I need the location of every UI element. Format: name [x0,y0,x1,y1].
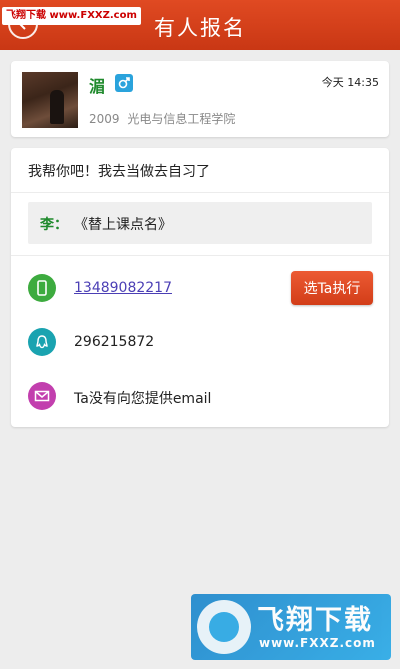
page-title: 有人报名 [154,16,246,40]
email-info: Ta没有向您提供email [74,391,212,407]
task-owner: 李： [40,217,68,233]
apply-time: 今天 14:35 [321,76,379,89]
qq-icon [28,328,56,356]
applicant-card[interactable]: 湄 今天 14:35 2009 光电与信息工程学院 [11,61,389,137]
male-icon [115,74,133,92]
divider [11,192,389,193]
phone-number-link[interactable]: 13489082217 [74,280,172,296]
school-info: 2009 光电与信息工程学院 [89,112,236,126]
task-title: 《替上课点名》 [74,217,172,233]
watermark-logo: 飞翔下载 www.FXXZ.com [191,594,391,660]
phone-icon [28,274,56,302]
watermark-en-text: www.FXXZ.com [259,636,376,650]
select-executor-button[interactable]: 选Ta执行 [291,271,373,305]
application-message: 我帮你吧！我去当做去自习了 [28,164,210,180]
watermark-cn-text: 飞翔下载 [257,605,373,636]
avatar[interactable] [22,72,78,128]
nickname: 湄 [89,77,106,96]
detail-card: 我帮你吧！我去当做去自习了 李： 《替上课点名》 13489082217 选Ta… [11,148,389,427]
watermark-emblem-icon [197,600,251,654]
divider [11,255,389,256]
phone-number-row: 13489082217 [74,280,172,296]
email-icon [28,382,56,410]
title-bar: 飞翔下载 www.FXXZ.com 有人报名 [0,0,400,50]
task-box: 李： 《替上课点名》 [28,202,372,244]
qq-number: 296215872 [74,334,155,350]
